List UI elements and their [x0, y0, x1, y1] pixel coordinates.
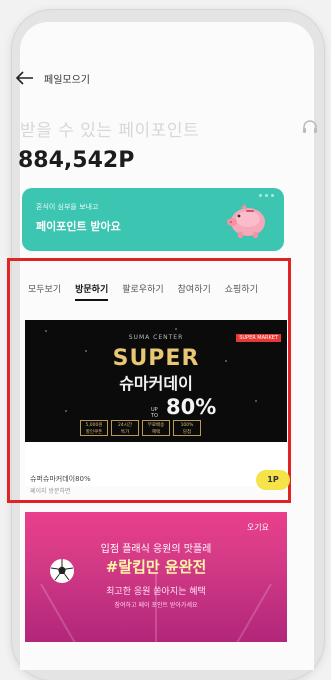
- tab-follow[interactable]: 팔로우하기: [122, 282, 163, 301]
- point-badge[interactable]: 1P: [256, 470, 290, 490]
- promo-headline: #랄킵만 윤완전: [105, 558, 207, 576]
- category-tabs: 모두보기 방문하기 팔로우하기 참여하기 쇼핑하기: [28, 282, 258, 301]
- ad-stat: 24시간 특가: [111, 420, 139, 436]
- tab-shopping[interactable]: 쇼핑하기: [225, 282, 258, 301]
- page-title: 페일모으기: [44, 74, 90, 86]
- ad-banner-image[interactable]: SUMA CENTER SUPER MARKET SUPER 슈마커데이 UP …: [25, 320, 287, 442]
- ad-info-title: 슈퍼슈마커데이80%: [30, 475, 91, 483]
- points-total: 884,542P: [18, 148, 135, 173]
- ad-stat: 5,000원 할인쿠폰: [80, 420, 108, 436]
- ad-event-name: 슈마커데이: [119, 374, 193, 393]
- header: 페일모으기: [16, 68, 90, 88]
- promo-line3: 최고한 응원 쏟아지는 혜택: [106, 587, 206, 597]
- banner-title: 페이포인트 받아요: [36, 220, 121, 233]
- tab-all[interactable]: 모두보기: [28, 282, 61, 301]
- banner-pagination: [259, 194, 274, 197]
- ad-stat: 100% 당첨: [173, 420, 201, 436]
- ad-headline: SUPER: [112, 346, 200, 371]
- piggy-bank-icon: [227, 204, 265, 238]
- promo-brand: 오기요: [246, 523, 269, 532]
- ad-upto: UP TO: [151, 407, 158, 419]
- banner-subtitle: 혼식이 심부을 보내고: [36, 203, 99, 211]
- earn-points-banner[interactable]: 혼식이 심부을 보내고 페이포인트 받아요: [22, 188, 284, 251]
- tab-participate[interactable]: 참여하기: [178, 282, 211, 301]
- ad-stat: 무료배송 혜택: [142, 420, 170, 436]
- back-arrow-icon[interactable]: [16, 71, 34, 85]
- headset-icon[interactable]: [301, 118, 319, 136]
- promo-card[interactable]: 오기요 입점 플래식 응원의 맛플레 #랄킵만 윤완전 최고한 응원 쏟아지는 …: [25, 512, 287, 642]
- ad-discount: UP TO 80%: [151, 395, 216, 419]
- ad-info-subtitle: 페이지 방문하면: [30, 488, 71, 495]
- ad-stats: 5,000원 할인쿠폰 24시간 특가 무료배송 혜택 100% 당첨: [80, 420, 201, 436]
- points-subtitle: 받을 수 있는 페이포인트: [20, 121, 200, 141]
- ad-percent: 80%: [166, 395, 217, 419]
- ad-badge: SUPER MARKET: [236, 334, 281, 342]
- promo-line1: 입점 플래식 응원의 맛플레: [100, 544, 212, 555]
- promo-line4: 참여하고 페이 포인트 받아가세요: [114, 602, 198, 609]
- tab-visit[interactable]: 방문하기: [75, 282, 109, 301]
